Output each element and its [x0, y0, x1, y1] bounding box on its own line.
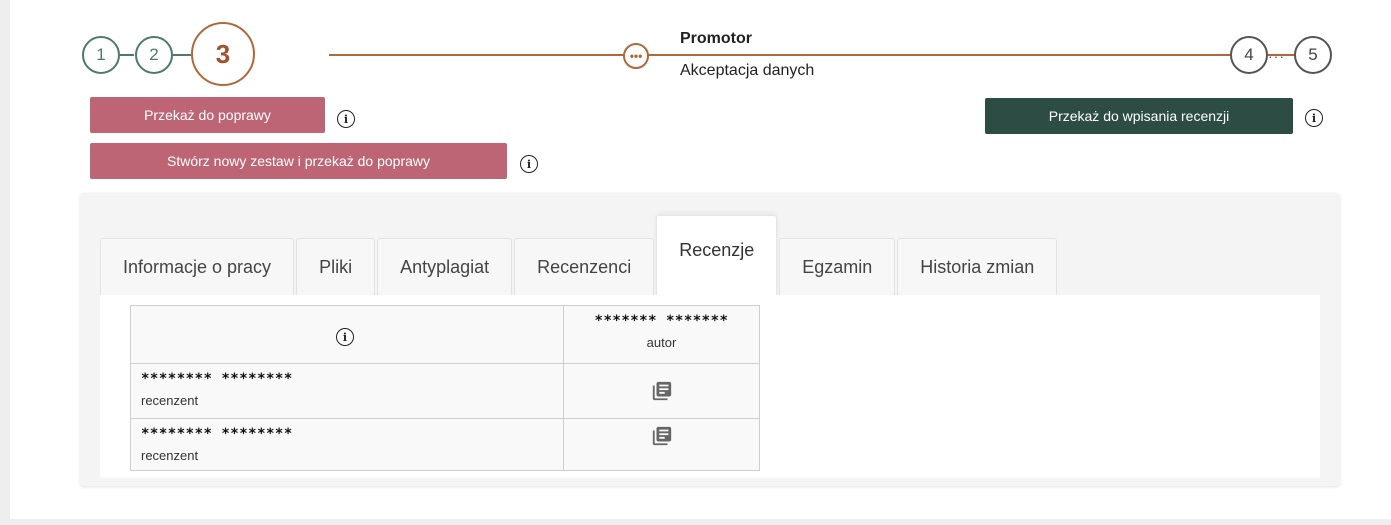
tab-egzamin[interactable]: Egzamin — [779, 238, 896, 295]
tab-recenzje[interactable]: Recenzje — [656, 215, 778, 295]
reviews-table: i ******* ******* autor ******** *******… — [130, 305, 760, 471]
substep-title: Promotor — [680, 30, 752, 47]
step-2[interactable]: 2 — [135, 36, 173, 74]
page: 1 2 3 ••• Promotor Akceptacja danych 4 ·… — [0, 0, 1391, 525]
reviewer-role: recenzent — [141, 393, 199, 408]
table-header-row: i ******* ******* autor — [130, 305, 760, 364]
header-info-cell: i — [130, 305, 564, 364]
review-document-cell — [563, 418, 760, 471]
tab-recenzenci[interactable]: Recenzenci — [514, 238, 655, 295]
table-row: ******** ******** recenzent — [130, 418, 760, 471]
document-list-icon[interactable] — [651, 425, 673, 452]
left-border — [0, 0, 10, 525]
thesis-panel: Informacje o pracy Pliki Antyplagiat Rec… — [80, 193, 1340, 486]
author-header-cell: ******* ******* autor — [563, 305, 760, 364]
author-role: autor — [646, 335, 677, 350]
review-document-cell — [563, 363, 760, 419]
document-list-icon[interactable] — [651, 380, 673, 407]
step-connector-main — [329, 54, 1309, 56]
create-new-set-and-return-button[interactable]: Stwórz nowy zestaw i przekaż do poprawy — [90, 143, 507, 179]
step-connector — [120, 54, 134, 56]
ellipsis-circle-icon: ••• — [623, 43, 649, 69]
info-icon[interactable]: i — [1305, 109, 1323, 127]
tab-bar: Informacje o pracy Pliki Antyplagiat Rec… — [100, 215, 1059, 295]
info-icon[interactable]: i — [337, 110, 355, 128]
reviewer-cell: ******** ******** recenzent — [130, 363, 564, 419]
substep-subtitle: Akceptacja danych — [680, 62, 815, 79]
reviewer-cell: ******** ******** recenzent — [130, 418, 564, 471]
tab-historia-zmian[interactable]: Historia zmian — [897, 238, 1058, 295]
tab-informacje-o-pracy[interactable]: Informacje o pracy — [100, 238, 295, 295]
info-icon[interactable]: i — [520, 155, 538, 173]
workflow-stepper: 1 2 3 ••• Promotor Akceptacja danych 4 ·… — [80, 22, 1340, 92]
step-3-current[interactable]: 3 — [191, 22, 255, 86]
step-1[interactable]: 1 — [82, 36, 120, 74]
tab-content-recenzje: i ******* ******* autor ******** *******… — [100, 295, 1320, 478]
info-icon[interactable]: i — [336, 328, 354, 346]
forward-to-review-button[interactable]: Przekaż do wpisania recenzji — [985, 98, 1293, 134]
step-5[interactable]: 5 — [1294, 36, 1332, 74]
step-connector — [173, 54, 191, 56]
bottom-border — [10, 519, 1391, 525]
tab-pliki[interactable]: Pliki — [296, 238, 376, 295]
author-name: ******* ******* — [594, 313, 729, 329]
reviewer-role: recenzent — [141, 448, 199, 463]
tab-antyplagiat[interactable]: Antyplagiat — [377, 238, 513, 295]
reviewer-name: ******** ******** — [141, 371, 293, 387]
step-4[interactable]: 4 — [1230, 36, 1268, 74]
return-for-correction-button[interactable]: Przekaż do poprawy — [90, 97, 325, 133]
table-row: ******** ******** recenzent — [130, 363, 760, 419]
reviewer-name: ******** ******** — [141, 426, 293, 442]
